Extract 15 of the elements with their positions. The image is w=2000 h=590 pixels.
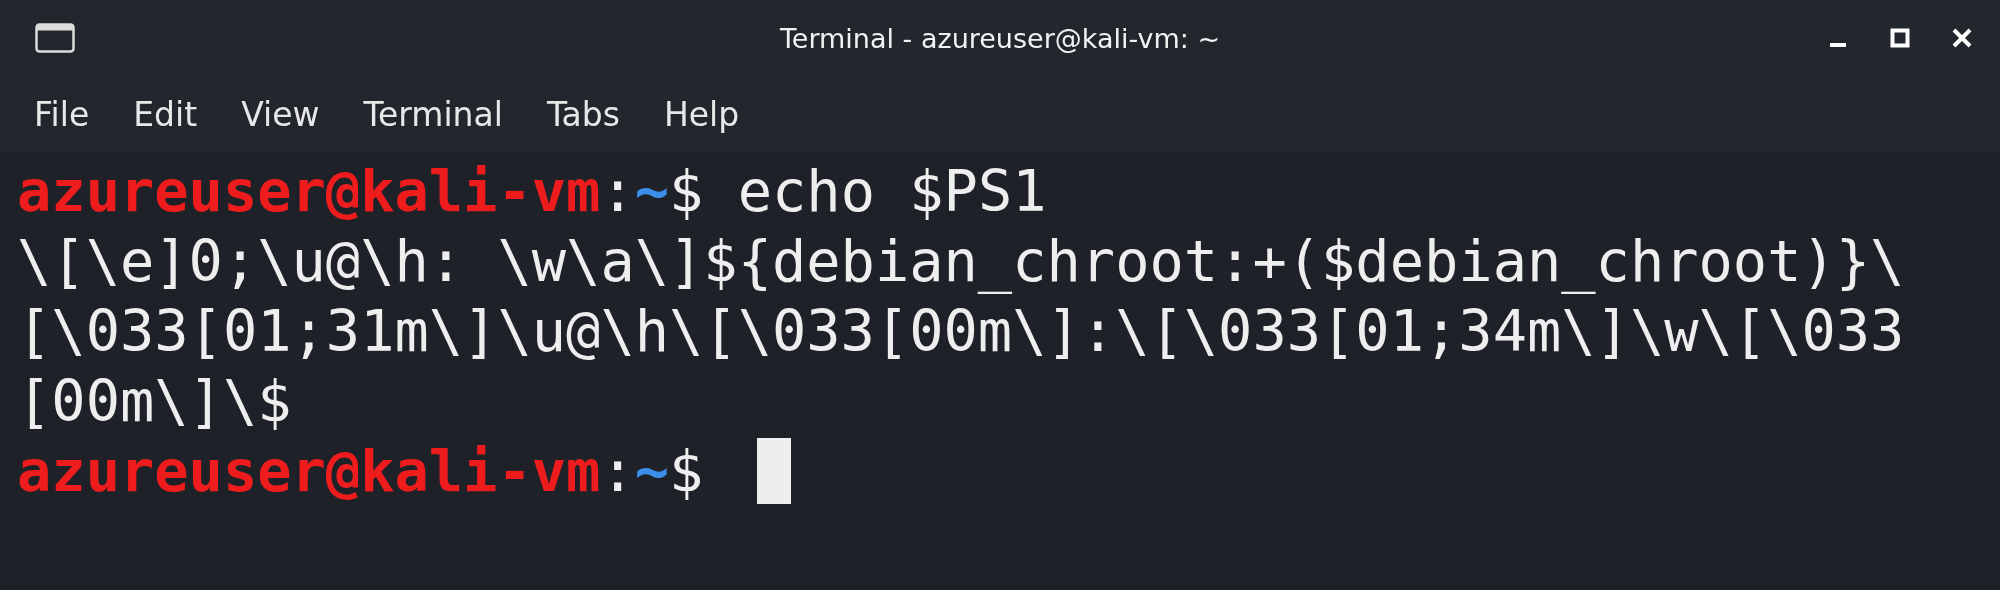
- menu-item[interactable]: Terminal: [363, 95, 503, 134]
- prompt-line: azureuser@kali-vm:~$: [17, 437, 704, 506]
- output-line: [\033[01;31m\]\u@\h\[\033[00m\]:\[\033[01;34m\]\w\[\033: [17, 297, 1905, 366]
- menu-item[interactable]: Edit: [133, 95, 198, 134]
- window-title: Terminal - azureuser@kali-vm: ~: [779, 22, 1221, 54]
- close-icon[interactable]: [1952, 28, 1972, 48]
- menu-item[interactable]: Help: [664, 95, 740, 134]
- maximize-icon[interactable]: [1890, 28, 1910, 48]
- menu-item[interactable]: Tabs: [546, 95, 620, 134]
- terminal-icon: [35, 23, 75, 53]
- prompt-line: azureuser@kali-vm:~$ echo $PS1: [17, 157, 1047, 226]
- output-line: \[\e]0;\u@\h: \w\a\]${debian_chroot:+($debian_chroot)}\: [17, 227, 1905, 296]
- menu-item[interactable]: File: [34, 95, 90, 134]
- menu-item[interactable]: View: [241, 95, 320, 134]
- output-line: [00m\]\$: [17, 367, 292, 436]
